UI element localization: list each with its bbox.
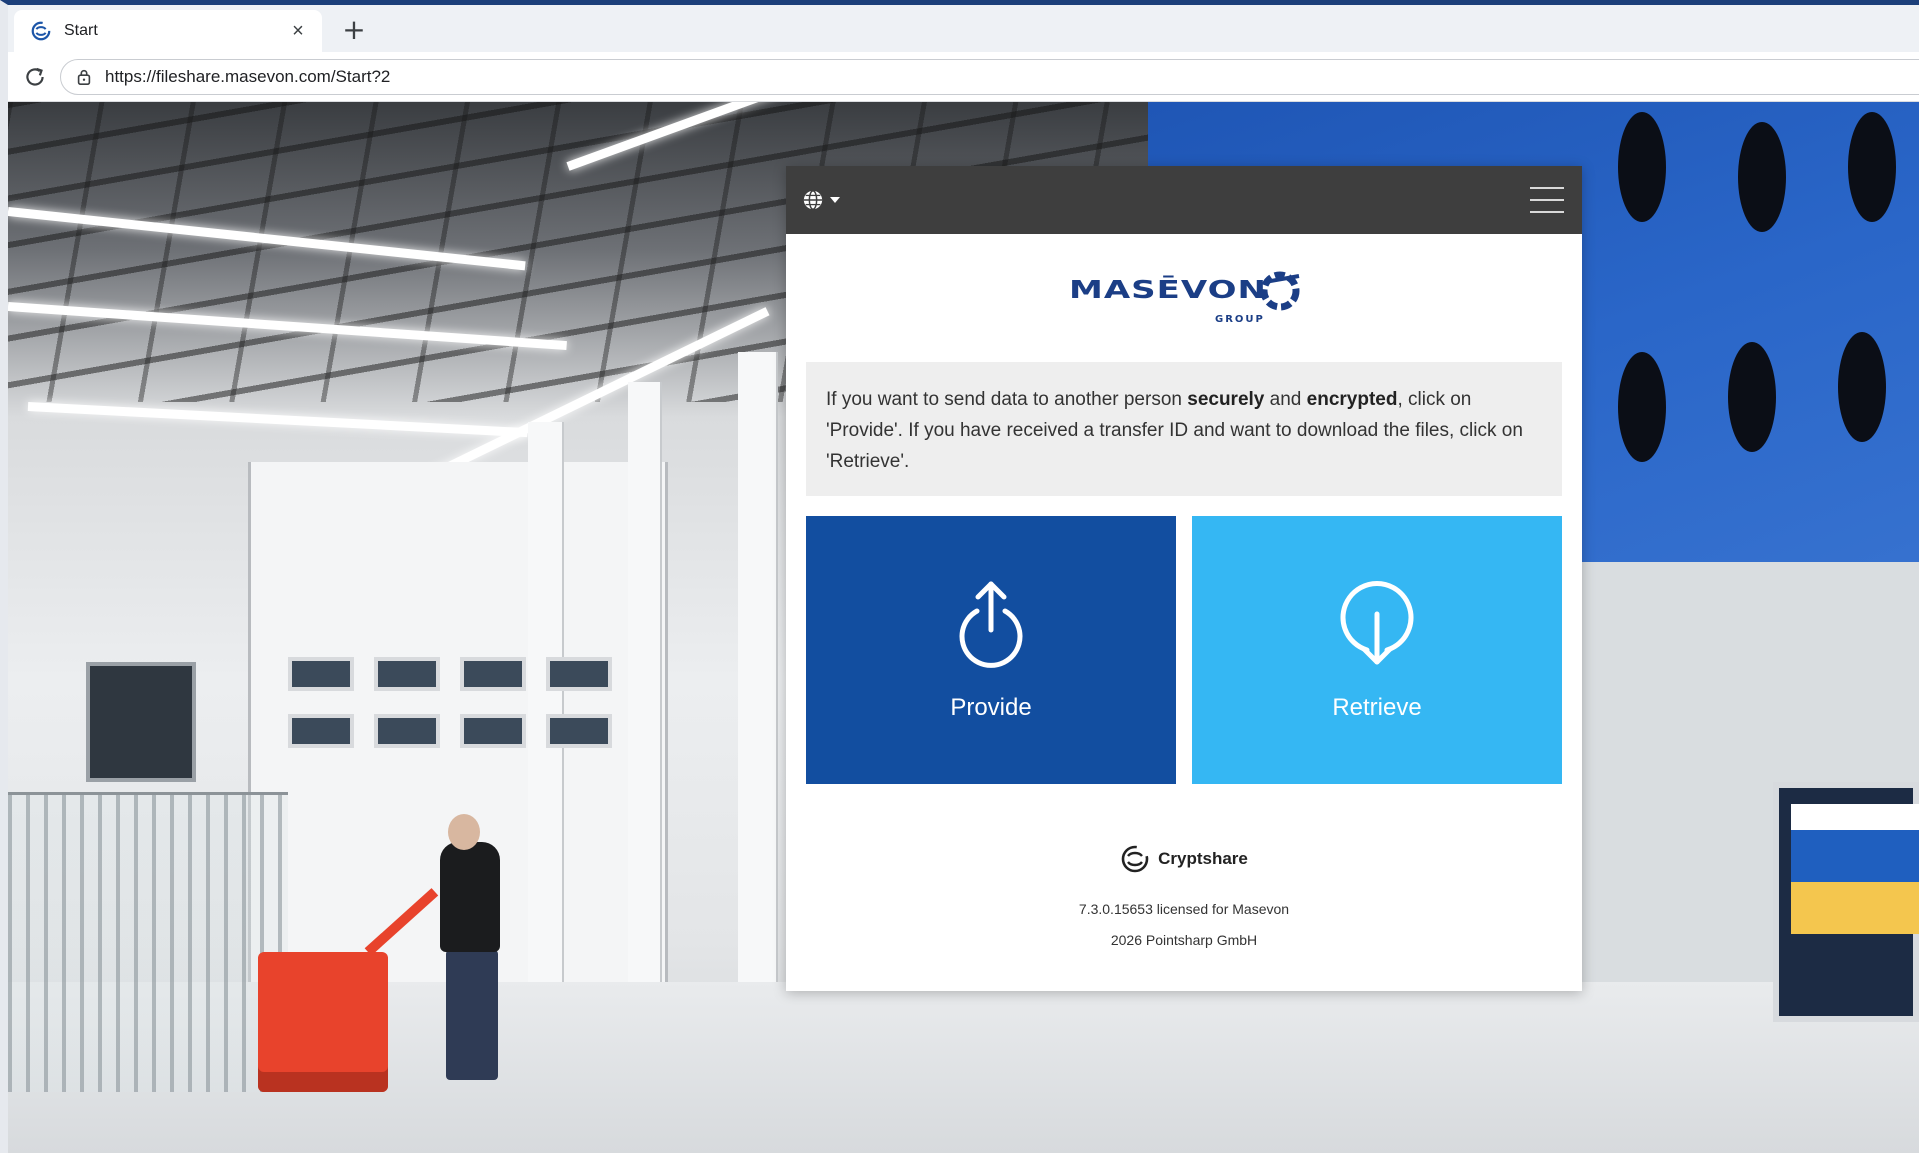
background-control-screen-display	[1791, 804, 1919, 934]
intro-text: If you want to send data to another pers…	[806, 362, 1562, 496]
background-machine-hole	[1848, 112, 1896, 222]
background-pillar	[528, 422, 564, 1002]
upload-power-icon	[959, 581, 1023, 668]
globe-icon	[803, 190, 823, 210]
intro-bold-securely: securely	[1187, 389, 1265, 410]
masevon-logo: MASĒVON GROUP	[1069, 268, 1300, 328]
page-viewport: MASĒVON GROUP If you want to send data t…	[8, 102, 1919, 1153]
background-worker-body	[440, 842, 500, 952]
menu-bar	[1530, 187, 1564, 189]
background-window	[374, 714, 440, 748]
card-footer: Cryptshare 7.3.0.15653 licensed for Mase…	[786, 844, 1582, 948]
background-window	[288, 657, 354, 691]
background-window	[460, 714, 526, 748]
background-worker-head	[448, 814, 480, 850]
new-tab-button[interactable]: +	[338, 15, 370, 47]
background-machine-hole	[1728, 342, 1776, 452]
cryptshare-name: Cryptshare	[1158, 849, 1248, 868]
cryptshare-favicon-icon	[31, 21, 51, 41]
logo-subtitle: GROUP	[1215, 314, 1265, 325]
intro-text-part: and	[1264, 389, 1307, 410]
address-bar[interactable]: https://fileshare.masevon.com/Start?2	[60, 59, 1919, 95]
card-header	[786, 166, 1582, 234]
logo-area: MASĒVON GROUP	[786, 234, 1582, 362]
retrieve-label: Retrieve	[1332, 694, 1422, 721]
background-door	[86, 662, 196, 782]
tab-strip: Start × +	[8, 5, 1919, 52]
tab-start[interactable]: Start ×	[14, 10, 322, 52]
download-circle-icon	[1340, 581, 1414, 665]
tab-close-icon[interactable]: ×	[286, 20, 310, 43]
action-tiles: Provide Retrieve	[806, 516, 1562, 784]
provide-label: Provide	[950, 694, 1032, 721]
url-text: https://fileshare.masevon.com/Start?2	[105, 67, 391, 86]
menu-bar	[1530, 211, 1564, 213]
cryptshare-brand: Cryptshare	[1120, 844, 1248, 874]
tab-title: Start	[64, 22, 98, 39]
background-window	[546, 714, 612, 748]
logo-wordmark: MASĒVON	[1069, 275, 1267, 305]
retrieve-button[interactable]: Retrieve	[1192, 516, 1562, 784]
background-pillar	[738, 352, 778, 1032]
background-machine-hole	[1618, 112, 1666, 222]
version-text: 7.3.0.15653 licensed for Masevon	[1078, 901, 1290, 917]
copyright-text: 2026 Pointsharp GmbH	[1110, 932, 1258, 948]
background-glass-rack	[8, 792, 288, 1092]
background-window	[546, 657, 612, 691]
menu-bar	[1530, 199, 1564, 201]
cryptshare-logo-icon	[1121, 845, 1149, 873]
background-light	[27, 402, 528, 438]
main-card: MASĒVON GROUP If you want to send data t…	[786, 166, 1582, 991]
background-window	[374, 657, 440, 691]
background-machine-hole	[1618, 352, 1666, 462]
hamburger-menu-icon[interactable]	[1530, 187, 1564, 213]
background-machine-hole	[1738, 122, 1786, 232]
browser-toolbar: https://fileshare.masevon.com/Start?2	[8, 52, 1919, 102]
provide-button[interactable]: Provide	[806, 516, 1176, 784]
lock-icon[interactable]	[75, 68, 93, 86]
background-control-screen	[1773, 782, 1919, 1022]
logo-swirl-icon	[1260, 271, 1300, 311]
intro-bold-encrypted: encrypted	[1306, 389, 1398, 410]
background-window	[460, 657, 526, 691]
background-machine-hole	[1838, 332, 1886, 442]
background-pillar	[628, 382, 662, 1002]
background-pallet-truck	[258, 952, 388, 1092]
chevron-down-icon	[830, 197, 840, 203]
intro-text-part: If you want to send data to another pers…	[826, 389, 1188, 410]
reload-icon[interactable]	[22, 64, 48, 90]
background-window	[288, 714, 354, 748]
background-worker-legs	[446, 950, 498, 1080]
language-selector[interactable]	[802, 189, 840, 211]
